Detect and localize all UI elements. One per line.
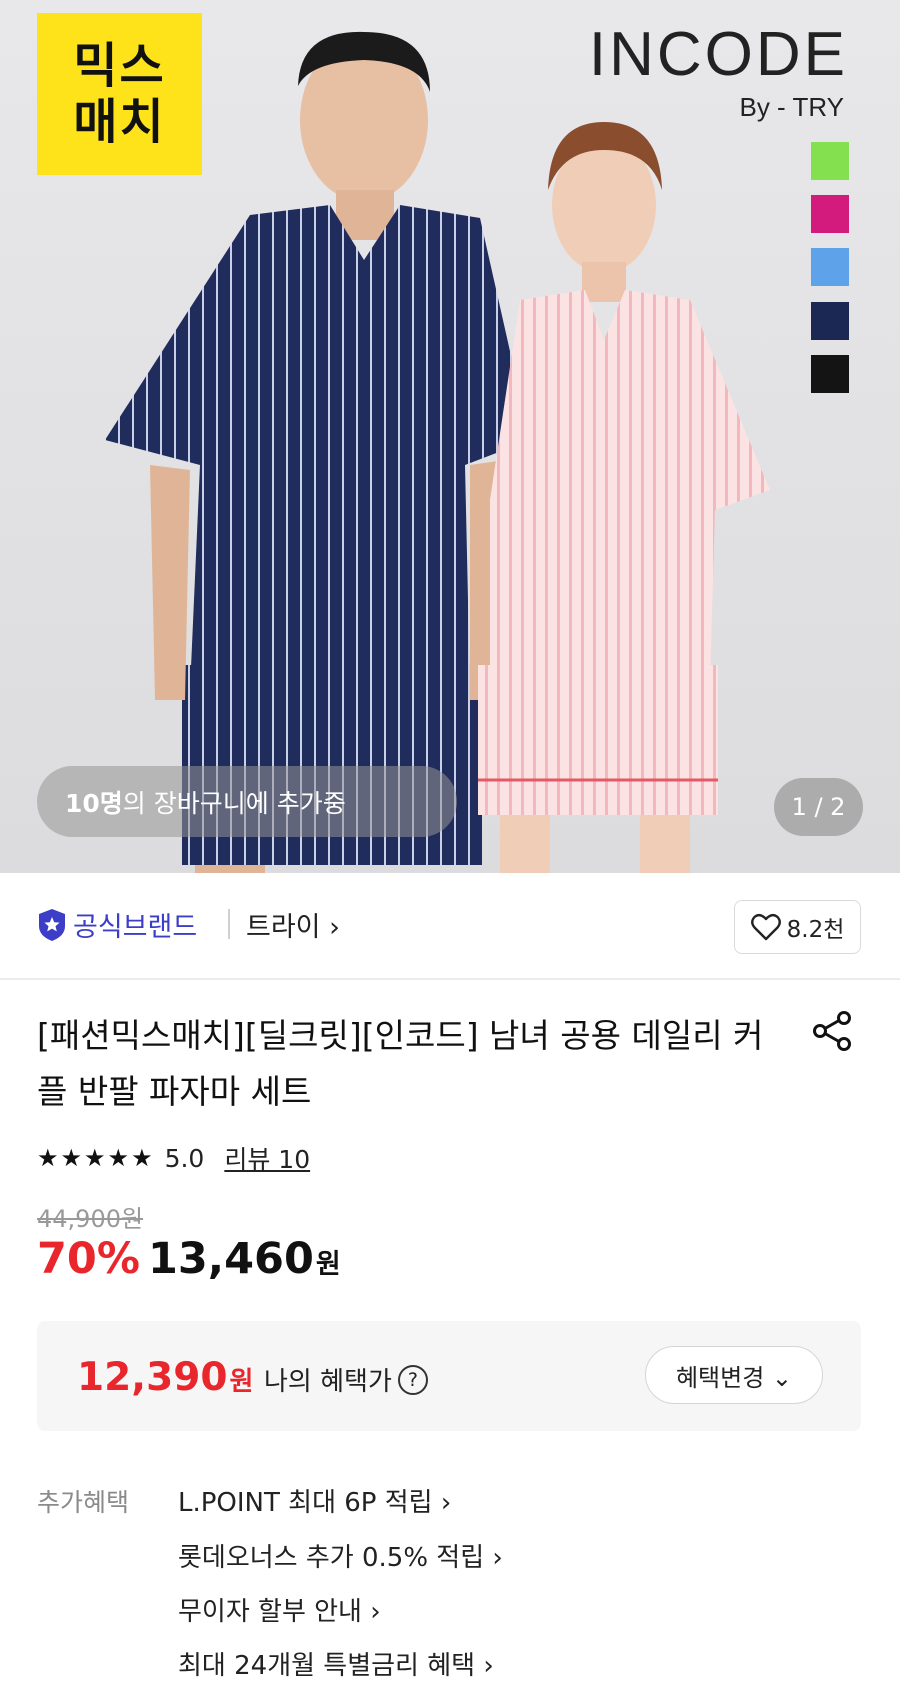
benefit-label-text: 나의 혜택가 (264, 1367, 392, 1397)
badge-text-1: 믹스 (73, 38, 166, 94)
star-rating-icon: ★★★★★ (37, 1144, 155, 1172)
rating-value: 5.0 (164, 1143, 205, 1173)
official-brand-badge: 공식브랜드 (37, 905, 197, 944)
color-swatch-magenta (811, 195, 849, 233)
mix-match-badge: 믹스 매치 (37, 13, 202, 175)
benefit-price-unit: 원 (229, 1367, 254, 1397)
like-button[interactable]: 8.2천 (734, 900, 861, 954)
sale-price-row: 70% 13,460 원 (37, 1234, 341, 1284)
image-page-indicator: 1 / 2 (774, 778, 863, 836)
product-image[interactable]: 믹스 매치 INCODE By - TRY 10명 의 장바구니에 추가중 1 … (0, 0, 900, 873)
sale-price: 13,460 (147, 1234, 314, 1284)
divider (228, 909, 230, 939)
product-title: [패션믹스매치][딜크릿][인코드] 남녀 공용 데일리 커플 반팔 파자마 세… (37, 1016, 764, 1111)
benefit-price: 12,390 원 (77, 1355, 253, 1400)
brand-logo-text: INCODE (588, 20, 848, 89)
share-icon[interactable] (810, 1009, 854, 1053)
extra-benefit-installment[interactable]: 무이자 할부 안내 › (178, 1591, 381, 1628)
cart-count: 10명 (65, 788, 123, 818)
heart-icon (750, 913, 781, 941)
help-icon[interactable]: ? (397, 1364, 428, 1395)
review-link[interactable]: 리뷰 10 (224, 1140, 310, 1176)
sale-price-unit: 원 (315, 1249, 341, 1280)
like-count: 8.2천 (786, 917, 845, 943)
extra-benefit-lotte-owners[interactable]: 롯데오너스 추가 0.5% 적립 › (178, 1537, 503, 1574)
change-benefit-button[interactable]: 혜택변경 ⌄ (645, 1346, 823, 1404)
original-price: 44,900원 (37, 1205, 144, 1233)
official-brand-label: 공식브랜드 (73, 912, 198, 943)
benefit-price-box: 12,390 원 나의 혜택가 ? 혜택변경 ⌄ (37, 1321, 861, 1431)
brand-name-link[interactable]: 트라이 › (246, 905, 340, 944)
rating-row: ★★★★★ 5.0 리뷰 10 (37, 1140, 310, 1176)
cart-count-banner: 10명 의 장바구니에 추가중 (37, 766, 457, 837)
color-swatch-green (811, 142, 849, 180)
extra-benefit-lpoint[interactable]: L.POINT 최대 6P 적립 › (178, 1482, 451, 1519)
benefit-label: 나의 혜택가 ? (264, 1361, 428, 1398)
cart-count-text: 의 장바구니에 추가중 (122, 788, 346, 818)
extra-benefits-label: 추가혜택 (37, 1488, 130, 1517)
brand-logo-sub: By - TRY (739, 92, 844, 122)
benefit-price-value: 12,390 (77, 1355, 228, 1400)
extra-benefit-special-rate[interactable]: 최대 24개월 특별금리 혜택 › (178, 1645, 494, 1682)
badge-text-2: 매치 (73, 94, 166, 150)
color-swatch-black (811, 355, 849, 393)
discount-rate: 70% (37, 1234, 140, 1284)
brand-row: 공식브랜드 트라이 › 8.2천 (0, 873, 900, 980)
color-swatch-blue (811, 248, 849, 286)
shield-star-icon (39, 908, 65, 941)
color-swatch-navy (811, 302, 849, 340)
brand-logo: INCODE By - TRY (589, 24, 848, 123)
